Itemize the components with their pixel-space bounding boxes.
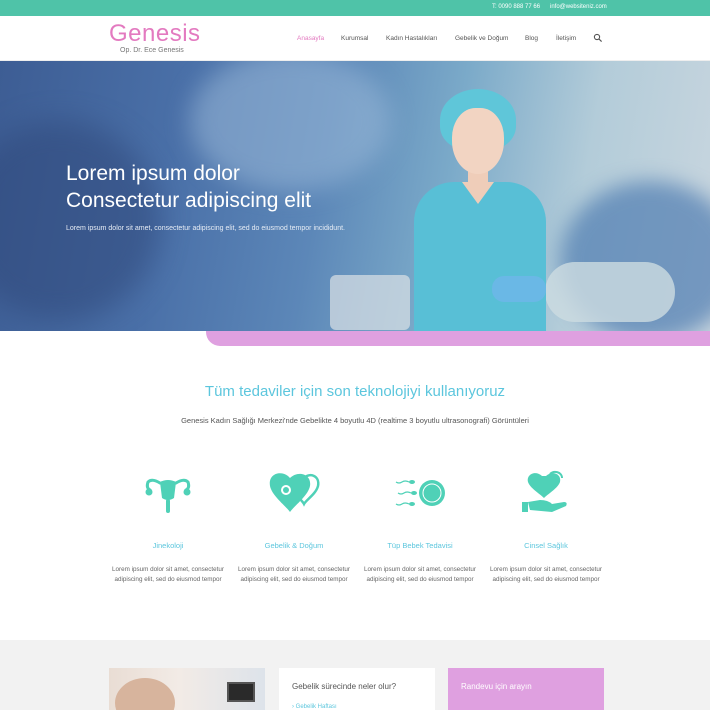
- feature-card-gebelik-dogum[interactable]: Gebelik & Doğum Lorem ipsum dolor sit am…: [229, 468, 359, 583]
- feature-title: Gebelik & Doğum: [264, 541, 324, 550]
- top-contact-bar: T: 0090 888 77 66 info@websiteniz.com: [0, 0, 710, 16]
- feature-card-jinekoloji[interactable]: Jinekoloji Lorem ipsum dolor sit amet, c…: [103, 468, 233, 583]
- appointment-title: Randevu için arayın: [461, 682, 532, 691]
- hero-title-line1: Lorem ipsum dolor: [66, 162, 240, 185]
- hero-title-line2: Consectetur adipiscing elit: [66, 189, 312, 212]
- pink-accent-bar: [206, 331, 710, 346]
- nav-item-gebelik-ve-dogum[interactable]: Gebelik ve Doğum: [455, 35, 508, 42]
- uterus-icon: [145, 478, 191, 513]
- heart-hand-icon: [522, 470, 567, 512]
- hero-title: Lorem ipsum dolor Consectetur adipiscing…: [66, 160, 386, 214]
- ivf-sperm-egg-icon: [395, 480, 445, 506]
- feature-text: Lorem ipsum dolor sit amet, consectetur …: [364, 566, 476, 583]
- nurse-gloves: [492, 276, 546, 302]
- feature-title: Jinekoloji: [152, 541, 184, 550]
- feature-title: Tüp Bebek Tedavisi: [387, 541, 453, 550]
- section-subtitle: Genesis Kadın Sağlığı Merkezi'nde Gebeli…: [181, 416, 529, 425]
- nurse-scrubs: [414, 182, 546, 332]
- site-header: Genesis Op. Dr. Ece Genesis Anasayfa Kur…: [0, 16, 710, 61]
- hero-text: Lorem ipsum dolor sit amet, consectetur …: [66, 225, 345, 232]
- nurse-face: [452, 108, 504, 174]
- pregnancy-heart-icon: [269, 473, 320, 512]
- email-address[interactable]: info@websiteniz.com: [550, 4, 607, 10]
- patient-head: [115, 678, 175, 710]
- hero-surgical-tray: [330, 275, 410, 330]
- card-link[interactable]: › Gebelik Haftası: [292, 704, 337, 710]
- section-title: Tüm tedaviler için son teknolojiyi kulla…: [204, 383, 506, 400]
- hero-background-arm: [545, 262, 675, 322]
- nav-item-iletisim[interactable]: İletişim: [556, 35, 576, 42]
- hero-background-shade: [0, 121, 160, 321]
- feature-text: Lorem ipsum dolor sit amet, consectetur …: [112, 566, 224, 583]
- feature-title: Cinsel Sağlık: [524, 541, 568, 550]
- nav-item-kadin-hastaliklari[interactable]: Kadın Hastalıkları: [386, 35, 437, 42]
- ultrasound-photo: [109, 668, 265, 710]
- feature-text: Lorem ipsum dolor sit amet, consectetur …: [490, 566, 602, 583]
- page: T: 0090 888 77 66 info@websiteniz.com Ge…: [0, 0, 710, 710]
- feature-card-cinsel-saglik[interactable]: Cinsel Sağlık Lorem ipsum dolor sit amet…: [481, 468, 611, 583]
- logo[interactable]: Genesis: [109, 20, 201, 48]
- appointment-card[interactable]: Randevu için arayın: [448, 668, 604, 710]
- feature-text: Lorem ipsum dolor sit amet, consectetur …: [238, 566, 350, 583]
- logo-subtitle: Op. Dr. Ece Genesis: [120, 47, 184, 54]
- card-title: Gebelik sürecinde neler olur?: [292, 682, 397, 691]
- nav-item-blog[interactable]: Blog: [525, 35, 538, 42]
- nav-item-kurumsal[interactable]: Kurumsal: [341, 35, 368, 42]
- search-icon[interactable]: [593, 33, 603, 43]
- nav-item-anasayfa[interactable]: Anasayfa: [297, 35, 324, 42]
- feature-card-tup-bebek[interactable]: Tüp Bebek Tedavisi Lorem ipsum dolor sit…: [355, 468, 485, 583]
- phone-number[interactable]: T: 0090 888 77 66: [492, 4, 540, 10]
- ultrasound-screen: [227, 682, 255, 702]
- pregnancy-info-card[interactable]: Gebelik sürecinde neler olur? › Gebelik …: [279, 668, 435, 710]
